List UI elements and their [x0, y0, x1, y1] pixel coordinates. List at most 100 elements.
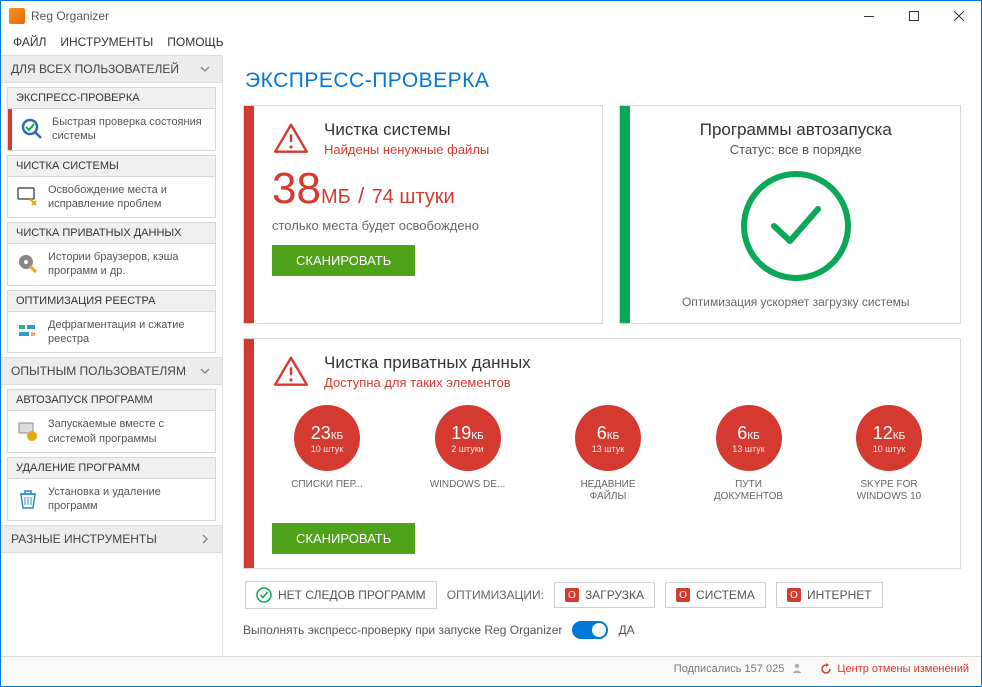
chip-opt-boot[interactable]: O ЗАГРУЗКА [554, 582, 655, 608]
sidebar-item-regopt[interactable]: Дефрагментация и сжатие реестра [8, 312, 215, 353]
app-title: Reg Organizer [31, 9, 109, 23]
warning-icon [272, 120, 310, 158]
private-item-label: WINDOWS DE... [423, 479, 513, 491]
sidebar-item-label: Дефрагментация и сжатие реестра [48, 318, 207, 347]
toggle-switch[interactable] [572, 621, 608, 639]
sidebar-item-label: Освобождение места и исправление проблем [48, 183, 207, 212]
private-item-label: ПУТИ ДОКУМЕНТОВ [704, 479, 794, 503]
card-subtitle: Найдены ненужные файлы [324, 142, 489, 157]
checkmark-circle-icon [741, 171, 851, 281]
page-title: ЭКСПРЕСС-ПРОВЕРКА [245, 69, 961, 93]
sidebar-section-expert[interactable]: ОПЫТНЫМ ПОЛЬЗОВАТЕЛЯМ [1, 357, 222, 385]
card-system-cleanup: Чистка системы Найдены ненужные файлы 38… [243, 105, 603, 324]
sidebar-group-private: ЧИСТКА ПРИВАТНЫХ ДАННЫХ Истории браузеро… [7, 222, 216, 286]
chip-opt-system[interactable]: O СИСТЕМА [665, 582, 766, 608]
menubar: ФАЙЛ ИНСТРУМЕНТЫ ПОМОЩЬ [1, 31, 981, 55]
minimize-button[interactable] [846, 1, 891, 31]
cleanup-count: 74 штуки [372, 186, 455, 208]
card-title: Чистка приватных данных [324, 353, 531, 373]
disc-broom-icon [16, 252, 40, 276]
sidebar-group-regopt: ОПТИМИЗАЦИЯ РЕЕСТРА Дефрагментация и сжа… [7, 290, 216, 354]
close-button[interactable] [936, 1, 981, 31]
sidebar-group-autostart: АВТОЗАПУСК ПРОГРАММ Запускаемые вместе с… [7, 389, 216, 453]
menu-tools[interactable]: ИНСТРУМЕНТЫ [60, 35, 153, 49]
sidebar-item-clean[interactable]: Освобождение места и исправление проблем [8, 177, 215, 218]
chip-label: ЗАГРУЗКА [585, 588, 644, 602]
chip-no-traces[interactable]: НЕТ СЛЕДОВ ПРОГРАММ [245, 581, 437, 609]
sidebar-group-uninstall: УДАЛЕНИЕ ПРОГРАММ Установка и удаление п… [7, 457, 216, 521]
sidebar-group-title: ЧИСТКА СИСТЕМЫ [8, 156, 215, 177]
card-stripe [244, 339, 254, 568]
card-note: Оптимизация ускоряет загрузку системы [648, 295, 944, 309]
defrag-icon [16, 320, 40, 344]
undo-icon [819, 662, 833, 676]
menu-file[interactable]: ФАЙЛ [13, 35, 46, 49]
magnifier-check-icon [20, 117, 44, 141]
card-autostart: Программы автозапуска Статус: все в поря… [619, 105, 961, 324]
private-item-label: НЕДАВНИЕ ФАЙЛЫ [563, 479, 653, 503]
optimizations-label: ОПТИМИЗАЦИИ: [447, 588, 544, 602]
card-title: Программы автозапуска [648, 120, 944, 140]
statusbar: Подписались 157 025 Центр отмены изменен… [1, 656, 981, 680]
menu-help[interactable]: ПОМОЩЬ [167, 35, 223, 49]
chevron-down-icon [198, 364, 212, 378]
private-items-row: 23КБ10 штук СПИСКИ ПЕР... 19КБ2 штуки WI… [282, 405, 934, 503]
main-content: ЭКСПРЕСС-ПРОВЕРКА Чистка системы Найдены… [223, 55, 981, 656]
warning-icon [272, 353, 310, 391]
sidebar-item-label: Истории браузеров, кэша программ и др. [48, 250, 207, 279]
chip-opt-internet[interactable]: O ИНТЕРНЕТ [776, 582, 883, 608]
opera-icon: O [676, 588, 690, 602]
person-icon [791, 662, 803, 674]
monitor-broom-icon [16, 185, 40, 209]
sidebar-group-title: ЭКСПРЕСС-ПРОВЕРКА [8, 88, 215, 109]
card-private-data: Чистка приватных данных Доступна для так… [243, 338, 961, 569]
window-controls [846, 1, 981, 31]
private-item-label: SKYPE FOR WINDOWS 10 [844, 479, 934, 503]
private-item[interactable]: 6КБ13 штук НЕДАВНИЕ ФАЙЛЫ [563, 405, 653, 503]
express-on-launch-row: Выполнять экспресс-проверку при запуске … [243, 621, 961, 639]
maximize-button[interactable] [891, 1, 936, 31]
chip-label: СИСТЕМА [696, 588, 755, 602]
sidebar-group-title: ЧИСТКА ПРИВАТНЫХ ДАННЫХ [8, 223, 215, 244]
status-undo-center[interactable]: Центр отмены изменений [819, 662, 969, 676]
sidebar-item-uninstall[interactable]: Установка и удаление программ [8, 479, 215, 520]
check-circle-icon [256, 587, 272, 603]
status-subscribers[interactable]: Подписались 157 025 [674, 662, 804, 675]
private-item[interactable]: 19КБ2 штуки WINDOWS DE... [423, 405, 513, 503]
cleanup-size-unit: МБ [321, 186, 351, 208]
chip-label: ИНТЕРНЕТ [807, 588, 872, 602]
sidebar-group-title: УДАЛЕНИЕ ПРОГРАММ [8, 458, 215, 479]
card-subtitle: Доступна для таких элементов [324, 375, 531, 390]
sidebar-item-private[interactable]: Истории браузеров, кэша программ и др. [8, 244, 215, 285]
toggle-label: Выполнять экспресс-проверку при запуске … [243, 623, 562, 637]
private-item[interactable]: 6КБ13 штук ПУТИ ДОКУМЕНТОВ [704, 405, 794, 503]
sidebar: ДЛЯ ВСЕХ ПОЛЬЗОВАТЕЛЕЙ ЭКСПРЕСС-ПРОВЕРКА… [1, 55, 223, 656]
cleanup-separator: / [358, 183, 364, 208]
scan-button[interactable]: СКАНИРОВАТЬ [272, 523, 415, 554]
card-stripe [244, 106, 254, 323]
sidebar-item-label: Установка и удаление программ [48, 485, 207, 514]
sidebar-group-title: АВТОЗАПУСК ПРОГРАММ [8, 390, 215, 411]
titlebar: Reg Organizer [1, 1, 981, 31]
sidebar-section-misc[interactable]: РАЗНЫЕ ИНСТРУМЕНТЫ [1, 525, 222, 553]
sidebar-item-label: Запускаемые вместе с системой программы [48, 417, 207, 446]
private-item[interactable]: 12КБ10 штук SKYPE FOR WINDOWS 10 [844, 405, 934, 503]
sidebar-item-autostart[interactable]: Запускаемые вместе с системой программы [8, 411, 215, 452]
sidebar-section-label: РАЗНЫЕ ИНСТРУМЕНТЫ [11, 532, 157, 546]
chevron-right-icon [198, 532, 212, 546]
cleanup-meta: столько места будет освобождено [272, 218, 586, 233]
flag-gear-icon [16, 420, 40, 444]
cleanup-size-value: 38 [272, 164, 321, 214]
sidebar-group-clean: ЧИСТКА СИСТЕМЫ Освобождение места и испр… [7, 155, 216, 219]
private-item[interactable]: 23КБ10 штук СПИСКИ ПЕР... [282, 405, 372, 503]
scan-button[interactable]: СКАНИРОВАТЬ [272, 245, 415, 276]
sidebar-item-label: Быстрая проверка состояния системы [52, 115, 207, 144]
sidebar-group-express: ЭКСПРЕСС-ПРОВЕРКА Быстрая проверка состо… [7, 87, 216, 151]
private-item-label: СПИСКИ ПЕР... [282, 479, 372, 491]
sidebar-section-all-users[interactable]: ДЛЯ ВСЕХ ПОЛЬЗОВАТЕЛЕЙ [1, 55, 222, 83]
card-title: Чистка системы [324, 120, 489, 140]
opera-icon: O [565, 588, 579, 602]
toggle-state: ДА [618, 623, 634, 637]
sidebar-section-label: ОПЫТНЫМ ПОЛЬЗОВАТЕЛЯМ [11, 364, 186, 378]
sidebar-item-express[interactable]: Быстрая проверка состояния системы [8, 109, 215, 150]
